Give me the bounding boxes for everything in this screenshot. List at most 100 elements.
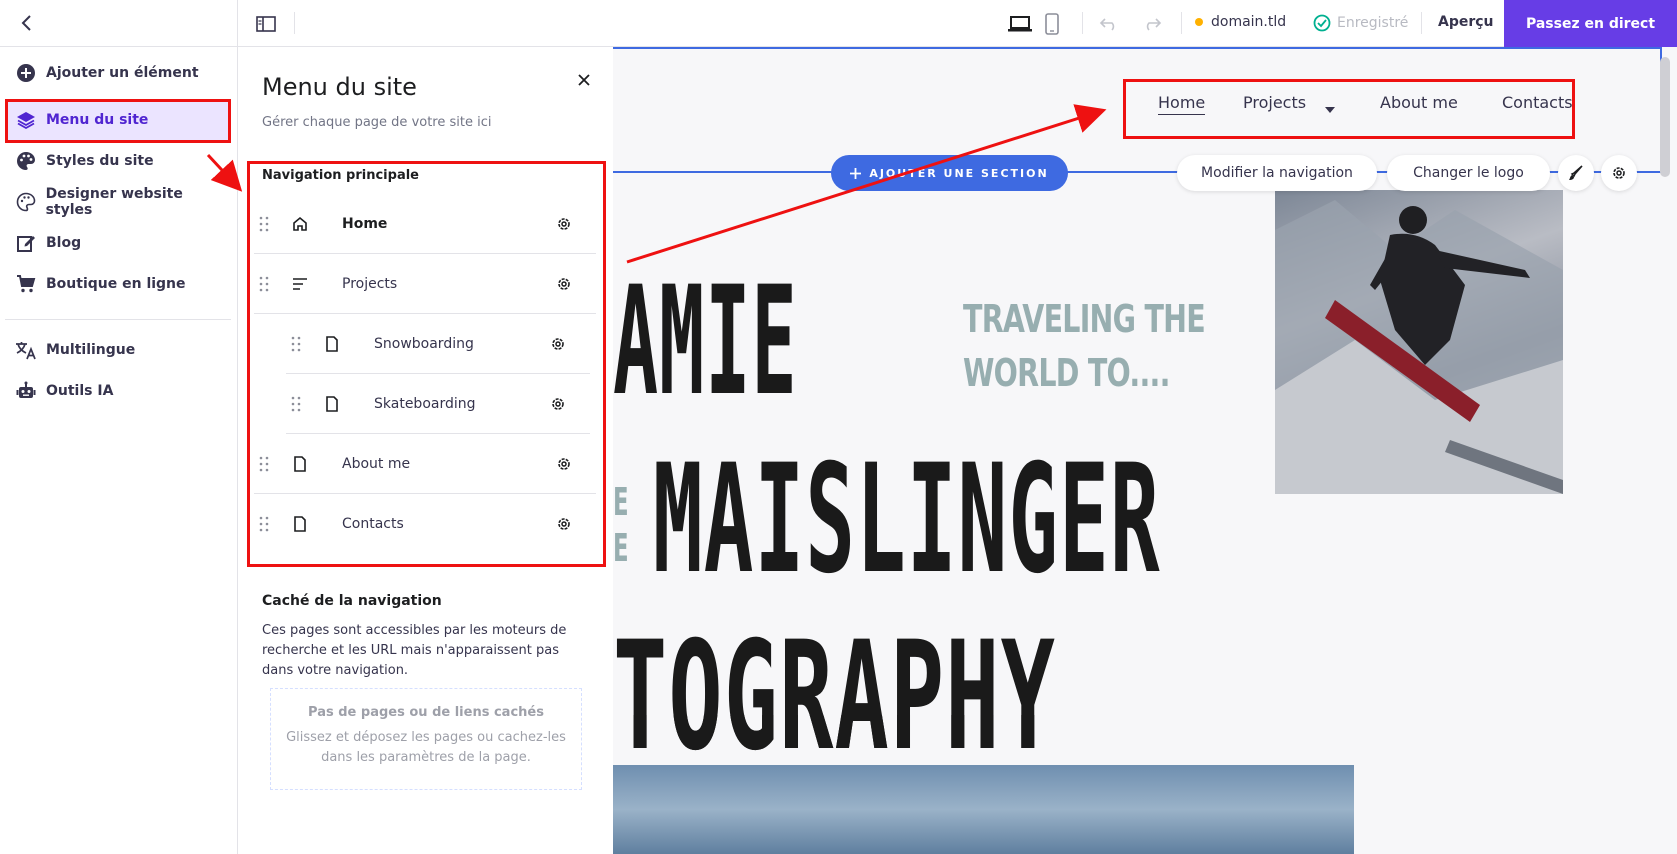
site-nav-projects[interactable]: Projects <box>1243 93 1306 112</box>
nav-item-label: Contacts <box>342 516 404 532</box>
drag-handle-icon[interactable] <box>254 516 274 532</box>
sidebar-item-online-store[interactable]: Boutique en ligne <box>5 263 231 305</box>
sidebar-item-label: Ajouter un élément <box>46 65 199 81</box>
nav-item-snowboarding[interactable]: Snowboarding <box>286 314 590 374</box>
hero-side-letters: E E <box>613 480 629 570</box>
sidebar-item-site-styles[interactable]: Styles du site <box>5 140 231 182</box>
status-dot-icon <box>1195 18 1203 26</box>
nav-item-skateboarding[interactable]: Skateboarding <box>286 374 590 434</box>
sidebar-item-designer-styles[interactable]: Designer website styles <box>5 181 231 223</box>
home-icon <box>288 216 312 232</box>
panel-subtitle: Gérer chaque page de votre site ici <box>262 115 492 130</box>
palette-icon <box>15 150 37 172</box>
add-section-button[interactable]: AJOUTER UNE SECTION <box>831 155 1068 191</box>
sidebar-item-site-menu[interactable]: Menu du site <box>5 99 231 141</box>
tagline-line-2: WORLD TO.... <box>963 351 1170 395</box>
cart-icon <box>15 273 37 295</box>
close-icon[interactable] <box>573 69 595 91</box>
plus-circle-icon <box>15 62 37 84</box>
sidebar-item-blog[interactable]: Blog <box>5 222 231 264</box>
sidebar-item-add-element[interactable]: Ajouter un élément <box>5 52 231 94</box>
site-menu-panel: Menu du site Gérer chaque page de votre … <box>238 47 613 854</box>
canvas-scrollbar[interactable] <box>1660 57 1670 177</box>
divider <box>237 0 238 47</box>
site-nav-about[interactable]: About me <box>1380 93 1458 112</box>
nav-item-about-me[interactable]: About me <box>254 434 596 494</box>
sidebar-item-label: Boutique en ligne <box>46 276 186 292</box>
domain-indicator[interactable]: domain.tld <box>1195 14 1286 30</box>
nav-item-label: About me <box>342 455 411 472</box>
change-logo-button[interactable]: Changer le logo <box>1387 155 1550 191</box>
page-icon <box>288 455 312 472</box>
nav-item-label: Skateboarding <box>374 395 476 412</box>
empty-state-description: Glissez et déposez les pages ou cachez-l… <box>286 730 566 765</box>
sidebar-item-label: Menu du site <box>46 112 149 128</box>
plus-icon <box>850 167 862 179</box>
hero-line-2: MAISLINGER <box>653 433 1161 607</box>
mobile-view-icon[interactable] <box>1039 11 1065 37</box>
brush-icon[interactable] <box>1558 155 1594 191</box>
nav-item-label: Snowboarding <box>374 335 474 352</box>
nav-item-label: Projects <box>342 275 398 292</box>
drag-handle-icon[interactable] <box>286 336 306 352</box>
redo-icon[interactable] <box>1139 11 1165 37</box>
hidden-pages-heading: Caché de la navigation <box>262 593 442 609</box>
nav-item-projects[interactable]: Projects <box>254 254 596 314</box>
drag-handle-icon[interactable] <box>254 456 274 472</box>
saved-label: Enregistré <box>1337 15 1409 31</box>
edit-icon <box>15 232 37 254</box>
page-icon <box>288 516 312 532</box>
palette-outline-icon <box>15 191 37 213</box>
sidebar-item-label: Designer website styles <box>45 186 183 218</box>
dropdown-caret-icon[interactable] <box>1325 99 1335 118</box>
divider <box>294 12 295 34</box>
sidebar-item-ai-tools[interactable]: Outils IA <box>5 370 231 412</box>
gear-icon[interactable] <box>552 516 576 532</box>
snowboarder-photo <box>1275 190 1563 494</box>
main-navigation-heading: Navigation principale <box>262 168 419 183</box>
layers-icon <box>15 109 37 131</box>
left-sidebar: Ajouter un élément Menu du site Styles d… <box>0 47 238 854</box>
gear-icon[interactable] <box>546 336 570 352</box>
sidebar-item-label: Styles du site <box>46 153 154 169</box>
top-bar: domain.tld Enregistré Aperçu Passez en d… <box>0 0 1677 47</box>
sidebar-toggle-icon[interactable] <box>253 11 279 37</box>
translate-icon <box>15 339 37 361</box>
back-arrow-icon[interactable] <box>14 10 40 36</box>
go-live-button[interactable]: Passez en direct <box>1504 0 1677 47</box>
gear-icon[interactable] <box>1601 155 1637 191</box>
drag-handle-icon[interactable] <box>286 396 306 412</box>
add-section-label: AJOUTER UNE SECTION <box>869 166 1049 180</box>
gear-icon[interactable] <box>552 456 576 472</box>
drag-handle-icon[interactable] <box>254 216 274 232</box>
sidebar-item-label: Blog <box>46 235 82 251</box>
saved-status: Enregistré <box>1313 14 1408 32</box>
site-nav-home[interactable]: Home <box>1158 93 1206 115</box>
website-canvas[interactable]: Home Projects About me Contacts AMIE TRA… <box>613 47 1677 854</box>
edit-navigation-button[interactable]: Modifier la navigation <box>1177 155 1377 191</box>
page-icon <box>320 395 344 412</box>
sidebar-item-multilingual[interactable]: Multilingue <box>5 329 231 371</box>
hidden-pages-description: Ces pages sont accessibles par les moteu… <box>262 623 567 678</box>
divider <box>1181 12 1182 34</box>
lines-icon <box>288 277 312 291</box>
check-circle-icon <box>1313 14 1331 32</box>
gear-icon[interactable] <box>552 216 576 232</box>
site-nav-contacts[interactable]: Contacts <box>1502 93 1573 112</box>
undo-icon[interactable] <box>1096 11 1122 37</box>
domain-label: domain.tld <box>1211 14 1287 30</box>
desktop-view-icon[interactable] <box>1007 11 1033 37</box>
preview-button[interactable]: Aperçu <box>1438 14 1494 30</box>
nav-item-contacts[interactable]: Contacts <box>254 494 596 554</box>
hidden-pages-dropzone[interactable]: Pas de pages ou de liens cachés Glissez … <box>270 688 582 790</box>
divider <box>1421 12 1422 34</box>
gear-icon[interactable] <box>552 276 576 292</box>
drag-handle-icon[interactable] <box>254 276 274 292</box>
gear-icon[interactable] <box>546 396 570 412</box>
empty-state-title: Pas de pages ou de liens cachés <box>308 705 544 720</box>
panel-title: Menu du site <box>262 73 417 101</box>
tagline-line-1: TRAVELING THE <box>963 297 1206 341</box>
hero-line-1: AMIE <box>613 255 798 429</box>
nav-item-home[interactable]: Home <box>254 194 596 254</box>
sidebar-item-label: Multilingue <box>46 342 136 358</box>
